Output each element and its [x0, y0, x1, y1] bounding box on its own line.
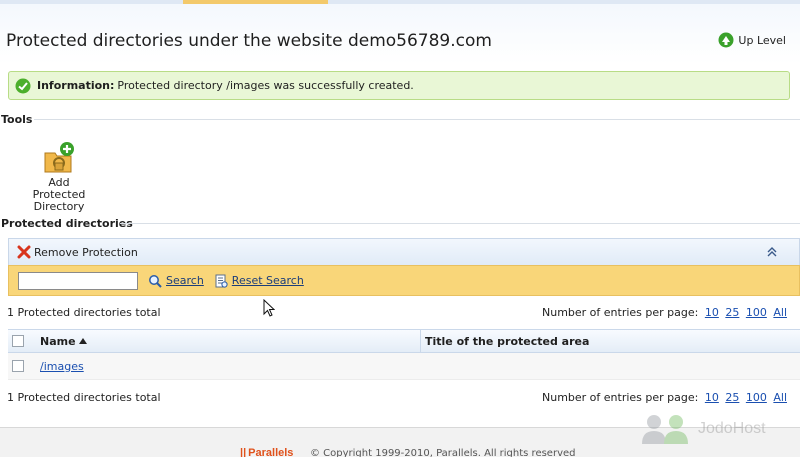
- info-label: Information:: [37, 79, 115, 92]
- search-input[interactable]: [18, 271, 138, 290]
- tools-section-title: Tools: [1, 113, 33, 126]
- info-text: Protected directory /images was successf…: [117, 79, 414, 92]
- per-page-10-link[interactable]: 10: [705, 306, 719, 319]
- column-header-title[interactable]: Title of the protected area: [425, 335, 589, 348]
- per-page-label-bottom: Number of entries per page:: [542, 391, 699, 404]
- total-count-bottom: 1 Protected directories total: [7, 391, 161, 404]
- copyright-text: © Copyright 1999-2010, Parallels. All ri…: [310, 448, 576, 457]
- reset-search-button[interactable]: Reset Search: [214, 274, 304, 288]
- per-page-25-link[interactable]: 25: [725, 306, 739, 319]
- select-all-checkbox[interactable]: [12, 335, 24, 347]
- protected-directories-table: Name Title of the protected area /images: [8, 329, 800, 380]
- watermark: JodoHost: [640, 412, 766, 446]
- per-page-all-link-bottom[interactable]: All: [773, 391, 787, 404]
- tools-divider: [34, 119, 800, 120]
- up-level-label: Up Level: [738, 33, 786, 47]
- directory-link[interactable]: /images: [40, 360, 84, 373]
- info-message: Information: Protected directory /images…: [8, 71, 790, 100]
- page-title: Protected directories under the website …: [6, 31, 492, 51]
- total-count-top: 1 Protected directories total: [7, 306, 161, 319]
- remove-protection-label: Remove Protection: [34, 245, 138, 259]
- column-header-name[interactable]: Name: [40, 335, 420, 348]
- remove-x-icon: [17, 245, 31, 259]
- people-icon: [642, 415, 688, 444]
- watermark-text: JodoHost: [698, 420, 766, 437]
- success-check-icon: [15, 78, 31, 93]
- search-label: Search: [166, 274, 204, 287]
- per-page-top: Number of entries per page: 10 25 100 Al…: [542, 306, 787, 319]
- per-page-100-link-bottom[interactable]: 100: [746, 391, 767, 404]
- up-level-button[interactable]: Up Level: [718, 32, 786, 48]
- add-protected-directory-icon: [44, 142, 74, 173]
- collapse-icon[interactable]: [767, 247, 777, 257]
- sort-ascending-icon: [78, 338, 87, 344]
- column-name-label: Name: [40, 334, 76, 348]
- up-arrow-icon: [718, 32, 734, 48]
- row-checkbox[interactable]: [12, 360, 24, 372]
- per-page-label: Number of entries per page:: [542, 306, 699, 319]
- per-page-25-link-bottom[interactable]: 25: [725, 391, 739, 404]
- reset-search-icon: [215, 274, 228, 288]
- parallels-logo: || Parallels: [240, 447, 294, 457]
- per-page-bottom: Number of entries per page: 10 25 100 Al…: [542, 391, 787, 404]
- per-page-100-link[interactable]: 100: [746, 306, 767, 319]
- per-page-10-link-bottom[interactable]: 10: [705, 391, 719, 404]
- reset-search-label: Reset Search: [231, 274, 304, 287]
- parallels-logo-text: Parallels: [248, 447, 294, 457]
- add-protected-directory-label-1: Add Protected: [32, 176, 86, 201]
- search-button[interactable]: Search: [148, 274, 204, 288]
- table-header: Name Title of the protected area: [8, 329, 800, 353]
- column-separator: [420, 329, 421, 353]
- magnifier-icon: [149, 274, 162, 288]
- table-row: /images: [8, 353, 800, 380]
- add-protected-directory-button[interactable]: Add Protected Directory: [22, 141, 96, 213]
- protected-directories-divider: [120, 223, 800, 224]
- protected-directories-panel: Remove Protection Search Reset Search: [8, 238, 800, 296]
- list-toolbar: Remove Protection: [8, 238, 800, 265]
- search-bar: Search Reset Search: [8, 265, 800, 296]
- mouse-cursor-icon: [263, 299, 275, 317]
- remove-protection-button[interactable]: Remove Protection: [17, 245, 138, 259]
- protected-directories-section-title: Protected directories: [1, 217, 133, 230]
- per-page-all-link[interactable]: All: [773, 306, 787, 319]
- add-protected-directory-label-2: Directory: [33, 200, 85, 213]
